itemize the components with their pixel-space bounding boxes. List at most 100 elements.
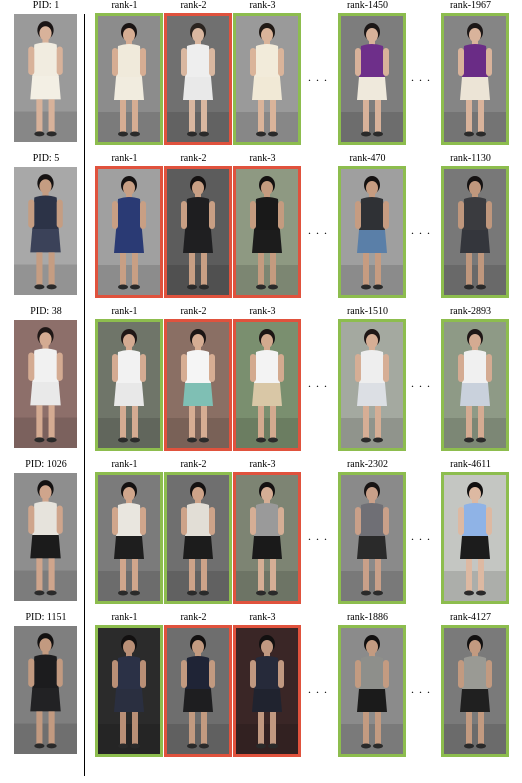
pid-label: PID: 1151 [25,612,67,623]
pedestrian-image [167,322,229,448]
query-row: PID: 1 rank-1 rank-2 rank-3 rank-1450 ra… [0,0,522,146]
ellipsis: . . . [308,376,328,390]
pedestrian-image [98,475,160,601]
rank-label: rank-1 [111,0,138,11]
wrong-match-result [164,625,232,757]
wrong-match-result [233,625,301,757]
wrong-match-result [233,166,301,298]
rank-label: rank-470 [349,153,386,164]
rank-label: rank-2893 [449,306,492,317]
wrong-match-result [164,319,232,451]
pedestrian-image [14,320,77,448]
correct-match-result [338,13,406,145]
pid-label: PID: 38 [30,306,62,317]
pedestrian-image [341,628,403,754]
rank-label: rank-2 [180,612,207,623]
ellipsis: . . . [308,682,328,696]
correct-match-result [95,319,163,451]
pedestrian-image [444,628,506,754]
correct-match-result [338,319,406,451]
pedestrian-image [14,626,77,754]
rank-label: rank-2 [180,153,207,164]
rank-label: rank-3 [249,459,276,470]
pedestrian-image [167,628,229,754]
pedestrian-image [98,169,160,295]
query-image [14,167,77,295]
ellipsis: . . . [411,70,431,84]
rank-label: rank-1 [111,153,138,164]
rank-label: rank-1886 [346,612,389,623]
rank-label: rank-3 [249,0,276,11]
pedestrian-image [167,169,229,295]
rank-label: rank-1 [111,459,138,470]
pid-label: PID: 1026 [25,459,67,470]
correct-match-result [164,472,232,604]
wrong-match-result [95,166,163,298]
pedestrian-image [98,628,160,754]
query-image [14,320,77,448]
pedestrian-image [236,169,298,295]
rank-label: rank-1 [111,612,138,623]
pedestrian-image [341,16,403,142]
query-image [14,473,77,601]
wrong-match-result [233,319,301,451]
correct-match-result [441,472,509,604]
wrong-match-result [164,13,232,145]
pedestrian-image [14,167,77,295]
rank-label: rank-3 [249,306,276,317]
ellipsis: . . . [308,223,328,237]
rank-label: rank-1450 [346,0,389,11]
correct-match-result [441,166,509,298]
ellipsis: . . . [308,529,328,543]
query-image [14,626,77,754]
pedestrian-image [98,322,160,448]
correct-match-result [338,166,406,298]
wrong-match-result [164,166,232,298]
correct-match-result [233,13,301,145]
pedestrian-image [444,475,506,601]
pedestrian-image [444,169,506,295]
pid-label: PID: 1 [32,0,60,11]
correct-match-result [95,13,163,145]
pedestrian-image [14,14,77,142]
pedestrian-image [341,322,403,448]
pedestrian-image [98,16,160,142]
rank-label: rank-4127 [449,612,492,623]
rank-label: rank-2302 [346,459,389,470]
ellipsis: . . . [411,529,431,543]
query-row: PID: 38 rank-1 rank-2 rank-3 rank-1510 r… [0,306,522,452]
pedestrian-image [236,16,298,142]
correct-match-result [441,13,509,145]
rank-label: rank-1510 [346,306,389,317]
pedestrian-image [236,628,298,754]
pid-label: PID: 5 [32,153,60,164]
correct-match-result [95,472,163,604]
wrong-match-result [233,472,301,604]
rank-label: rank-1967 [449,0,492,11]
rank-label: rank-2 [180,306,207,317]
rank-label: rank-1 [111,306,138,317]
query-row: PID: 5 rank-1 rank-2 rank-3 rank-470 ran… [0,153,522,299]
query-row: PID: 1151 rank-1 rank-2 rank-3 rank-1886… [0,612,522,758]
ellipsis: . . . [308,70,328,84]
pedestrian-image [236,475,298,601]
rank-label: rank-4611 [450,459,491,470]
correct-match-result [338,472,406,604]
rank-label: rank-2 [180,0,207,11]
rank-label: rank-1130 [450,153,491,164]
query-row: PID: 1026 rank-1 rank-2 rank-3 rank-2302… [0,459,522,605]
pedestrian-image [167,16,229,142]
rank-label: rank-3 [249,612,276,623]
ellipsis: . . . [411,376,431,390]
ellipsis: . . . [411,223,431,237]
pedestrian-image [236,322,298,448]
correct-match-result [441,625,509,757]
pedestrian-image [14,473,77,601]
pedestrian-image [444,16,506,142]
correct-match-result [338,625,406,757]
correct-match-result [95,625,163,757]
pedestrian-image [341,169,403,295]
correct-match-result [441,319,509,451]
pedestrian-image [167,475,229,601]
pedestrian-image [341,475,403,601]
